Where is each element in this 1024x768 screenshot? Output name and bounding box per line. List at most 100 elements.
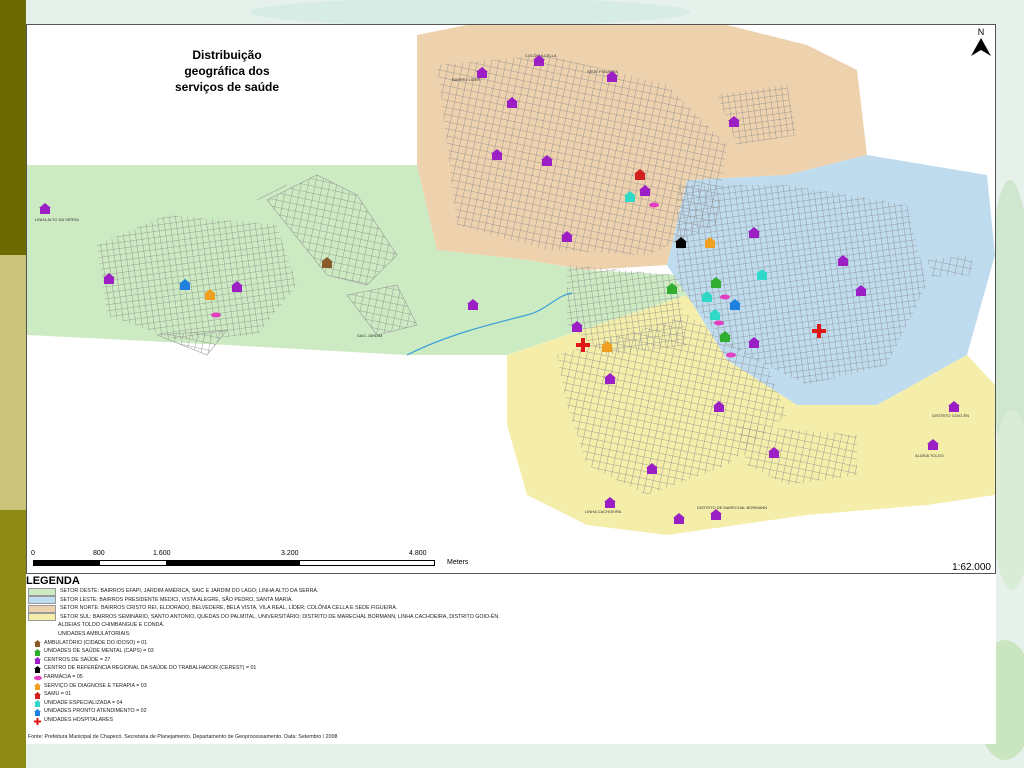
centro-saude-marker (948, 401, 960, 412)
centro-saude-marker (103, 273, 115, 284)
scale-tick: 0 (31, 550, 35, 557)
caps-marker (719, 331, 731, 342)
especializada-marker (624, 191, 636, 202)
scale-tick: 1.600 (153, 550, 171, 557)
house-icon (34, 683, 41, 691)
ambulatorio-marker (321, 257, 333, 268)
centro-saude-marker (467, 299, 479, 310)
scale-tick: 800 (93, 550, 105, 557)
scale-ticks: 0 800 1.600 3.200 4.800 (31, 550, 451, 560)
centro-saude-marker (604, 497, 616, 508)
scale-unit: Meters (447, 559, 469, 566)
centro-saude-marker (533, 55, 545, 66)
legend-unit-label: UNIDADES HOSPITALARES (44, 717, 114, 723)
legend-sector-label: SETOR OESTE: BAIRROS EFAPI, JARDIM AMÉRI… (60, 588, 319, 594)
centro-saude-marker (646, 463, 658, 474)
centro-saude-marker (476, 67, 488, 78)
legend-sector-label: SETOR NORTE: BAIRROS CRISTO REI, ELDORAD… (60, 605, 398, 612)
house-icon (34, 691, 41, 699)
legend-unit-label: AMBULATÓRIO (CIDADE DO IDOSO) = 01 (44, 639, 148, 646)
farmacia-marker (720, 294, 730, 300)
samu-marker (634, 169, 646, 180)
caps-marker (666, 283, 678, 294)
centro-saude-marker (710, 509, 722, 520)
legend-unit-label: UNIDADES DE SAÚDE MENTAL (CAPS) = 03 (44, 648, 154, 655)
centro-saude-marker (748, 337, 760, 348)
scale-segment (166, 561, 300, 565)
especializada-marker (756, 269, 768, 280)
farmacia-marker (726, 352, 736, 358)
legend-unit-label: CENTRO DE REFERÊNCIA REGIONAL DA SAÚDE D… (44, 665, 257, 672)
scale-ratio: 1:62.000 (952, 562, 991, 573)
sector-swatch (28, 604, 56, 613)
centro-saude-marker (728, 116, 740, 127)
centro-saude-marker (713, 401, 725, 412)
scale-tick: 3.200 (281, 550, 299, 557)
house-icon (34, 708, 41, 716)
centro-saude-marker (748, 227, 760, 238)
centro-saude-marker (837, 255, 849, 266)
diagnose-marker (704, 237, 716, 248)
farmacia-marker (211, 312, 221, 318)
centro-saude-marker (231, 281, 243, 292)
centro-saude-marker (39, 203, 51, 214)
legend-sector-label: SETOR LESTE: BAIRROS PRESIDENTE MEDICI, … (60, 596, 293, 603)
centro-saude-marker (673, 513, 685, 524)
sector-swatch (28, 613, 56, 622)
legend-unit-label: CENTROS DE SAÚDE = 27 (44, 656, 111, 663)
source-note: Fonte: Prefeitura Municipal de Chapecó. … (28, 734, 338, 740)
sector-swatch (28, 596, 56, 605)
legend-unit-label: SAMU = 01 (44, 691, 72, 698)
legend-unit-label: UNIDADES PRONTO ATENDIMENTO = 02 (44, 708, 147, 715)
legend-unit-label: UNIDADE ESPECIALIZADA = 04 (44, 699, 123, 706)
diagnose-marker (204, 289, 216, 300)
hospitalar-marker (812, 324, 826, 338)
centro-saude-marker (606, 71, 618, 82)
farmacia-marker (649, 202, 659, 208)
house-icon (34, 700, 41, 708)
legend-panel: LEGENDA SETOR OESTE: BAIRROS EFAPI, JARD… (26, 574, 996, 744)
centro-saude-marker (491, 149, 503, 160)
centro-saude-marker (561, 231, 573, 242)
centro-saude-marker (639, 185, 651, 196)
farmacia-marker (714, 320, 724, 326)
legend-unit-row: UNIDADES HOSPITALARES (28, 716, 113, 725)
strip-light (0, 255, 26, 510)
scale-bar (33, 560, 435, 566)
scale-tick: 4.800 (409, 550, 427, 557)
left-decorative-strip (0, 0, 26, 768)
centro-saude-marker (506, 97, 518, 108)
pill-icon (34, 675, 42, 681)
caps-marker (710, 277, 722, 288)
centro-saude-marker (768, 447, 780, 458)
cross-icon (34, 717, 41, 725)
cerest-marker (675, 237, 687, 248)
scale-segment (100, 561, 166, 565)
legend-unit-label: SERVIÇO DE DIAGNOSE E TERAPIA = 03 (44, 682, 147, 689)
strip-dark-bottom (0, 510, 26, 768)
pronto-atendimento-marker (179, 279, 191, 290)
scale-segment (300, 561, 434, 565)
centro-saude-marker (927, 439, 939, 450)
especializada-marker (709, 309, 721, 320)
legend-unit-label: FARMÁCIA = 05 (44, 674, 83, 680)
centro-saude-marker (604, 373, 616, 384)
scale-segment (34, 561, 100, 565)
especializada-marker (701, 291, 713, 302)
sector-swatch (28, 587, 56, 596)
diagnose-marker (601, 341, 613, 352)
house-icon (34, 640, 41, 648)
centro-saude-marker (541, 155, 553, 166)
house-icon (34, 657, 41, 665)
marker-layer (39, 55, 960, 524)
map-panel: Distribuição geográfica dos serviços de … (26, 24, 996, 574)
strip-dark-top (0, 0, 26, 255)
centro-saude-marker (855, 285, 867, 296)
legend-title: LEGENDA (26, 575, 80, 587)
house-icon (34, 665, 41, 673)
house-icon (34, 648, 41, 656)
centro-saude-marker (571, 321, 583, 332)
hospitalar-marker (576, 338, 590, 352)
pronto-atendimento-marker (729, 299, 741, 310)
legend-sector-label: SETOR SUL: BAIRROS SEMINÁRIO, SANTO ANTO… (60, 613, 500, 620)
